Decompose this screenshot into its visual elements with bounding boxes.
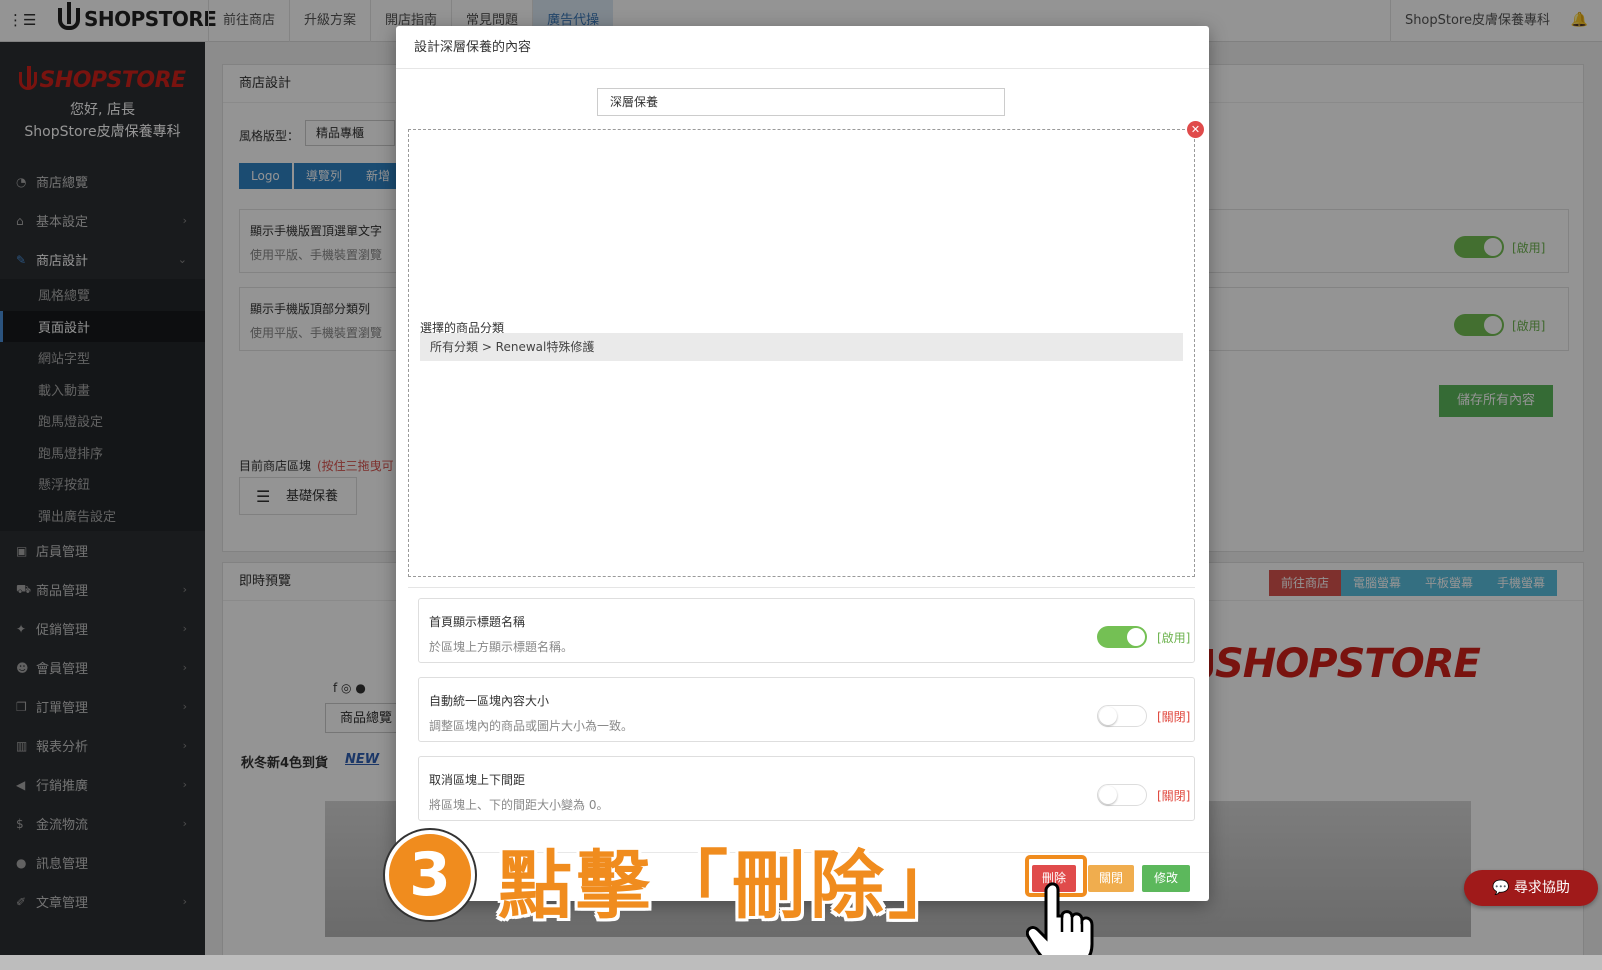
step-number-badge: 3 (385, 830, 475, 920)
toggle-state-label: [啟用] (1157, 631, 1191, 645)
option-title: 取消區塊上下間距 (429, 773, 526, 787)
help-button-label: 尋求協助 (1513, 880, 1570, 896)
modal-title: 設計深層保養的內容 (396, 26, 1209, 69)
option-show-title: 首頁顯示標題名稱 於區塊上方顯示標題名稱。 [啟用] (418, 598, 1195, 663)
toggle-switch[interactable] (1097, 784, 1147, 806)
divider (408, 587, 1195, 588)
toggle-state-label: [關閉] (1157, 789, 1191, 803)
edit-button[interactable]: 修改 (1142, 865, 1190, 892)
category-value[interactable]: 所有分類 > Renewal特殊修護 (420, 333, 1183, 361)
option-desc: 於區塊上方顯示標題名稱。 (429, 640, 574, 654)
category-wrapper: 選擇的商品分類 所有分類 > Renewal特殊修護 (408, 129, 1195, 577)
toggle-state-label: [關閉] (1157, 710, 1191, 724)
block-content-modal: 設計深層保養的內容 深層保養 ✕ 選擇的商品分類 所有分類 > Renewal特… (396, 26, 1209, 901)
option-desc: 將區塊上、下的間距大小變為 0。 (429, 798, 609, 812)
toggle-switch[interactable] (1097, 626, 1147, 648)
option-remove-spacing: 取消區塊上下間距 將區塊上、下的間距大小變為 0。 [關閉] (418, 756, 1195, 821)
option-title: 自動統一區塊內容大小 (429, 694, 550, 708)
option-title: 首頁顯示標題名稱 (429, 615, 526, 629)
step-instruction-text: 點擊「刪除」 (498, 843, 966, 929)
option-desc: 調整區塊內的商品或圖片大小為一致。 (429, 719, 634, 733)
chat-icon: 💬 (1492, 880, 1510, 896)
help-button[interactable]: 💬 尋求協助 (1464, 870, 1598, 906)
toggle-switch[interactable] (1097, 705, 1147, 727)
block-title-input[interactable]: 深層保養 (597, 88, 1005, 116)
bottom-strip (0, 955, 1602, 970)
option-unify-size: 自動統一區塊內容大小 調整區塊內的商品或圖片大小為一致。 [關閉] (418, 677, 1195, 742)
